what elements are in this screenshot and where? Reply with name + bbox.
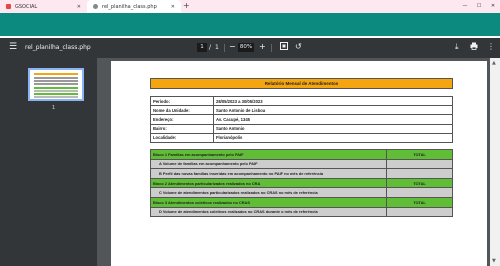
close-window-icon[interactable]: ✕ xyxy=(486,0,500,13)
block-item-row: C Volume de atendimentos particularizado… xyxy=(150,187,453,198)
page-thumbnail[interactable] xyxy=(28,68,84,101)
download-icon[interactable]: ⤓ xyxy=(455,42,459,52)
info-value: 28/05/2023 a 30/05/2023 xyxy=(213,95,453,107)
block-item-row: B Perfil das novas famílias inseridas em… xyxy=(150,168,453,179)
block-item-total xyxy=(386,158,453,170)
info-label: Endereço: xyxy=(150,114,214,125)
thumbnail-line xyxy=(34,80,78,82)
block-item-desc: A Volume de famílias em acompanhamento p… xyxy=(150,158,387,170)
block-total-header: TOTAL xyxy=(386,196,453,208)
thumbnail-page-number: 1 xyxy=(52,105,56,111)
info-value: Santo Antonio xyxy=(213,123,453,134)
minimize-icon[interactable]: — xyxy=(458,0,472,13)
report-info-table: Período: 28/05/2023 a 30/05/2023 Nome da… xyxy=(150,95,453,143)
scroll-down-icon[interactable]: ▼ xyxy=(492,258,496,264)
thumbnail-line xyxy=(34,96,78,98)
report-blocks-table: Bloco 1 Famílias em acompanhamento pelo … xyxy=(150,149,453,218)
info-label: Nome da Unidade: xyxy=(150,105,214,116)
rotate-icon[interactable]: ↺ xyxy=(295,42,302,52)
tab-label: GSOCIAL xyxy=(15,3,38,10)
block-item-total xyxy=(386,206,453,218)
pdf-toolbar: ☰ rel_planilha_class.php 1 / 1 − 80% + ↺… xyxy=(0,38,500,58)
gsocial-favicon-icon xyxy=(6,4,11,9)
browser-tab-gsocial[interactable]: GSOCIAL ✕ xyxy=(0,0,87,13)
plus-icon[interactable]: + xyxy=(183,1,190,10)
info-label: Bairro: xyxy=(150,123,214,134)
zoom-level-input[interactable]: 80% xyxy=(238,43,254,52)
info-row: Bairro: Santo Antonio xyxy=(150,123,453,134)
info-row: Período: 28/05/2023 a 30/05/2023 xyxy=(150,95,453,107)
block-header-row: Bloco 1 Famílias em acompanhamento pelo … xyxy=(150,149,453,160)
pdf-filename: rel_planilha_class.php xyxy=(25,44,91,51)
hamburger-menu-icon[interactable]: ☰ xyxy=(9,43,17,52)
pdf-page: Relatório Mensal de Atendimentos Período… xyxy=(111,61,487,266)
info-row: Endereço: Av. Cacupé, 1345 xyxy=(150,114,453,125)
thumbnail-line xyxy=(34,93,78,95)
block-item-total xyxy=(386,187,453,198)
block-item-desc: B Perfil das novas famílias inseridas em… xyxy=(150,168,387,179)
fit-page-icon[interactable] xyxy=(280,42,288,53)
block-header-row: Bloco 3 Atendimentos coletivos realizado… xyxy=(150,196,453,208)
block-item-row: A Volume de famílias em acompanhamento p… xyxy=(150,158,453,170)
block-item-total xyxy=(386,168,453,179)
tab-label: rel_planilha_class.php xyxy=(102,3,157,10)
browser-tab-report[interactable]: rel_planilha_class.php ✕ xyxy=(87,0,181,13)
page-favicon-icon xyxy=(93,4,98,9)
thumbnail-line xyxy=(34,77,78,79)
block-item-row: D Volume de atendimentos coletivos reali… xyxy=(150,206,453,218)
block-total-header: TOTAL xyxy=(386,177,453,189)
info-value: Florianópolis xyxy=(213,132,453,143)
block-title: Bloco 1 Famílias em acompanhamento pelo … xyxy=(150,149,387,160)
vertical-scrollbar[interactable]: ▲ ▼ xyxy=(490,58,500,266)
scroll-up-icon[interactable]: ▲ xyxy=(492,60,496,66)
info-row: Nome da Unidade: Santo Antonio de Lisboa xyxy=(150,105,453,116)
maximize-icon[interactable]: ☐ xyxy=(472,0,486,13)
print-icon[interactable] xyxy=(470,42,478,53)
info-value: Av. Cacupé, 1345 xyxy=(213,114,453,125)
block-item-desc: C Volume de atendimentos particularizado… xyxy=(150,187,387,198)
page-total: 1 xyxy=(215,44,219,51)
more-icon[interactable]: ⋮ xyxy=(487,42,495,52)
close-tab-icon[interactable]: ✕ xyxy=(77,4,81,10)
browser-tab-strip: GSOCIAL ✕ rel_planilha_class.php ✕ + — ☐… xyxy=(0,0,500,13)
thumbnail-line xyxy=(34,83,78,85)
report-title: Relatório Mensal de Atendimentos xyxy=(150,78,453,89)
block-title: Bloco 3 Atendimentos coletivos realizado… xyxy=(150,196,387,208)
browser-toolbar xyxy=(0,13,500,36)
close-tab-icon[interactable]: ✕ xyxy=(171,4,175,10)
page-number-input[interactable]: 1 xyxy=(197,43,207,52)
block-header-row: Bloco 2 Atendimentos particularizados re… xyxy=(150,177,453,189)
thumbnail-line xyxy=(34,87,78,89)
block-total-header: TOTAL xyxy=(386,149,453,160)
block-title: Bloco 2 Atendimentos particularizados re… xyxy=(150,177,387,189)
info-value: Santo Antonio de Lisboa xyxy=(213,105,453,116)
window-controls: — ☐ ✕ xyxy=(458,0,500,13)
info-label: Localidade: xyxy=(150,132,214,143)
zoom-out-button[interactable]: − xyxy=(229,42,236,52)
info-label: Período: xyxy=(150,95,214,107)
info-row: Localidade: Florianópolis xyxy=(150,132,453,143)
thumbnail-line xyxy=(34,73,78,75)
zoom-in-button[interactable]: + xyxy=(259,42,266,52)
toolbar-separator xyxy=(271,44,272,52)
page-separator: / xyxy=(209,44,212,51)
toolbar-separator xyxy=(224,44,225,52)
thumbnail-line xyxy=(34,90,78,92)
block-item-desc: D Volume de atendimentos coletivos reali… xyxy=(150,206,387,218)
